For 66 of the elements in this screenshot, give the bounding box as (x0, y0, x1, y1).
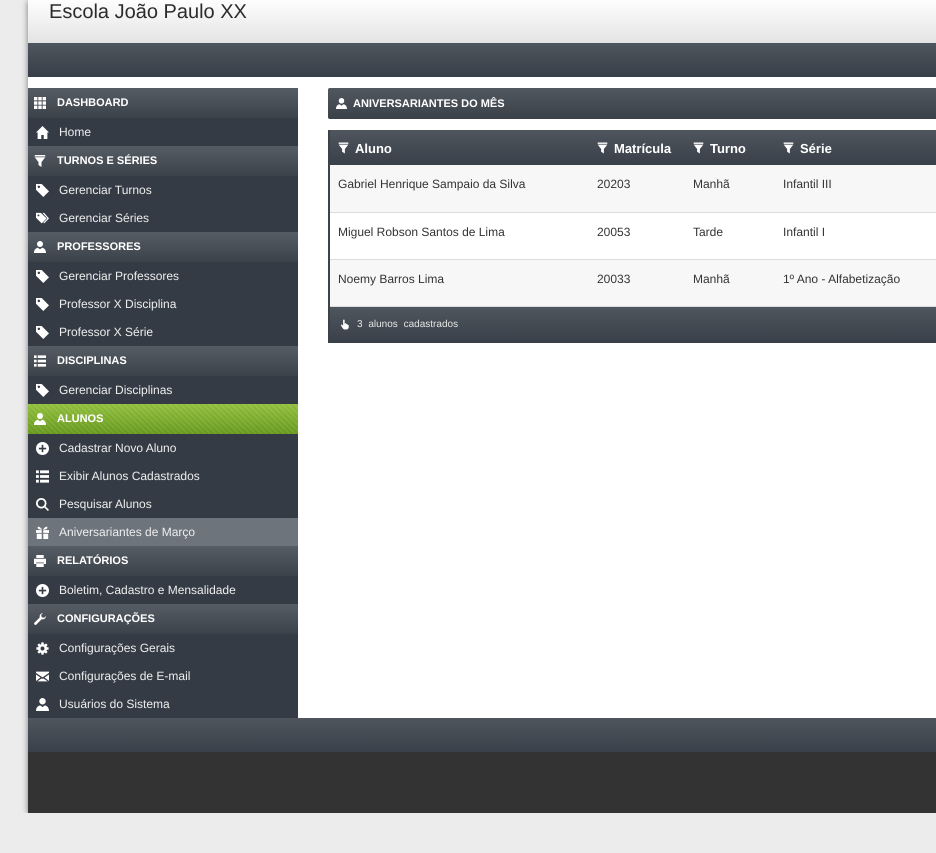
record-count: 3 alunos cadastrados (357, 319, 458, 330)
column-header[interactable]: Turno (685, 130, 775, 165)
list-icon (36, 470, 49, 482)
table-cell: Manhã (685, 165, 775, 212)
table-cell: 20053 (589, 212, 685, 259)
table-cell: Gabriel Henrique Sampaio da Silva (330, 165, 589, 212)
gear-icon (36, 642, 49, 654)
panel-title: ANIVERSARIANTES DO MÊS (353, 98, 505, 110)
table-cell: Miguel Robson Santos de Lima (330, 212, 589, 259)
user-icon (34, 241, 46, 253)
sidebar-item[interactable]: Configurações Gerais (28, 634, 298, 662)
column-header[interactable]: Série (775, 130, 936, 165)
table-cell: 20203 (589, 165, 685, 212)
sidebar-section-header[interactable]: RELATÓRIOS (28, 546, 298, 576)
sidebar-section-header[interactable]: CONFIGURAÇÕES (28, 604, 298, 634)
sidebar-item[interactable]: Gerenciar Turnos (28, 176, 298, 204)
grid-icon (34, 97, 46, 109)
hand-icon (340, 319, 350, 330)
list-icon (34, 355, 46, 367)
filter-icon (338, 142, 349, 154)
table-cell: Infantil I (775, 212, 936, 259)
user-icon (336, 98, 347, 109)
filter-icon (693, 142, 704, 154)
table-cell: 1º Ano - Alfabetização (775, 259, 936, 306)
table-cell: 20033 (589, 259, 685, 306)
sidebar-item[interactable]: Boletim, Cadastro e Mensalidade (28, 576, 298, 604)
filter-icon (783, 142, 794, 154)
sidebar-section-header[interactable]: TURNOS E SÉRIES (28, 146, 298, 176)
gift-icon (36, 526, 49, 538)
sidebar-item[interactable]: Professor X Série (28, 318, 298, 346)
tag-icon (36, 384, 49, 396)
user-icon (36, 698, 49, 710)
search-icon (36, 498, 49, 510)
sidebar-item[interactable]: Cadastrar Novo Aluno (28, 434, 298, 462)
table-cell: Manhã (685, 259, 775, 306)
sidebar-item[interactable]: Gerenciar Disciplinas (28, 376, 298, 404)
printer-icon (34, 555, 46, 567)
home-icon (36, 126, 49, 138)
table-cell: Infantil III (775, 165, 936, 212)
tag-icon (36, 184, 49, 196)
tag-icon (36, 298, 49, 310)
sidebar-item[interactable]: Gerenciar Séries (28, 204, 298, 232)
sidebar-section-header[interactable]: DASHBOARD (28, 88, 298, 118)
sidebar-item[interactable]: Exibir Alunos Cadastrados (28, 462, 298, 490)
sidebar-item[interactable]: Configurações de E-mail (28, 662, 298, 690)
table-cell: Noemy Barros Lima (330, 259, 589, 306)
sidebar-item[interactable]: Gerenciar Professores (28, 262, 298, 290)
wrench-icon (34, 613, 46, 625)
envelope-icon (36, 670, 49, 682)
user-icon (34, 413, 46, 425)
sidebar-section-header[interactable]: PROFESSORES (28, 232, 298, 262)
sidebar-item[interactable]: Aniversariantes de Março (28, 518, 298, 546)
tag-icon (36, 270, 49, 282)
tag-icon (36, 326, 49, 338)
filter-icon (597, 142, 608, 154)
sidebar-item[interactable]: Usuários do Sistema (28, 690, 298, 718)
filter-icon (34, 155, 46, 167)
tags-icon (36, 212, 49, 224)
sidebar-item[interactable]: Professor X Disciplina (28, 290, 298, 318)
sidebar-section-header[interactable]: DISCIPLINAS (28, 346, 298, 376)
sidebar-item[interactable]: Home (28, 118, 298, 146)
site-title: Escola João Paulo XX (49, 0, 247, 24)
column-header[interactable]: Matrícula (589, 130, 685, 165)
column-header[interactable]: Aluno (330, 130, 589, 165)
table-cell: Tarde (685, 212, 775, 259)
sidebar-item[interactable]: Pesquisar Alunos (28, 490, 298, 518)
